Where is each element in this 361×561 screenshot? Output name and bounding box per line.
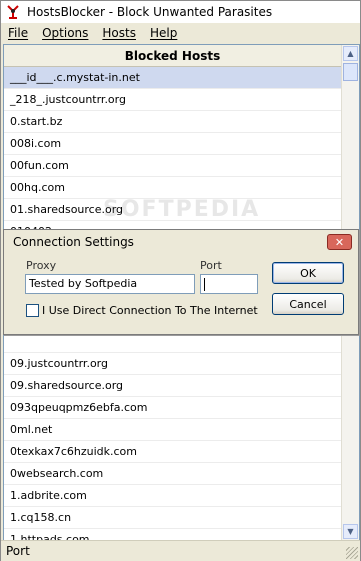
dialog-title-bar: Connection Settings ✕ xyxy=(4,230,358,254)
menu-options[interactable]: Options xyxy=(35,26,95,40)
close-icon[interactable]: ✕ xyxy=(327,234,352,250)
list-item[interactable]: 0texkax7c6hzuidk.com xyxy=(4,441,341,463)
scroll-up-icon[interactable]: ▲ xyxy=(343,46,358,61)
status-bar: Port xyxy=(1,540,360,561)
scroll-thumb[interactable] xyxy=(343,63,358,81)
main-window: HostsBlocker - Block Unwanted Parasites … xyxy=(0,0,361,561)
resize-grip-icon[interactable] xyxy=(346,547,358,559)
cancel-button[interactable]: Cancel xyxy=(272,293,344,315)
list-item[interactable]: 09.sharedsource.org xyxy=(4,375,341,397)
list-item[interactable]: 008i.com xyxy=(4,133,341,155)
list-item[interactable]: 09.justcountrr.org xyxy=(4,353,341,375)
status-text: Port xyxy=(6,544,30,558)
list-item[interactable]: 0.start.bz xyxy=(4,111,341,133)
connection-settings-dialog: Connection Settings ✕ Proxy Tested by So… xyxy=(3,229,359,335)
list-item[interactable]: 093qpeuqpmz6ebfa.com xyxy=(4,397,341,419)
direct-connection-checkbox[interactable] xyxy=(26,304,39,317)
list-item[interactable]: 00hq.com xyxy=(4,177,341,199)
menu-help[interactable]: Help xyxy=(143,26,184,40)
list-item[interactable]: 1.cq158.cn xyxy=(4,507,341,529)
list-item[interactable]: 0ml.net xyxy=(4,419,341,441)
app-icon xyxy=(5,4,21,20)
proxy-input[interactable]: Tested by Softpedia xyxy=(25,274,195,294)
scroll-down-icon[interactable]: ▼ xyxy=(343,524,358,539)
ok-button[interactable]: OK xyxy=(272,262,344,284)
list-item[interactable]: 0websearch.com xyxy=(4,463,341,485)
port-label: Port xyxy=(200,259,222,272)
window-title: HostsBlocker - Block Unwanted Parasites xyxy=(27,5,273,19)
title-bar: HostsBlocker - Block Unwanted Parasites xyxy=(1,1,360,23)
list-item[interactable]: 1.adbrite.com xyxy=(4,485,341,507)
port-input[interactable] xyxy=(200,274,258,294)
direct-connection-label[interactable]: I Use Direct Connection To The Internet xyxy=(42,304,258,317)
menu-bar: File Options Hosts Help xyxy=(1,23,360,43)
list-item[interactable]: 00fun.com xyxy=(4,155,341,177)
list-item[interactable]: ___id___.c.mystat-in.net xyxy=(4,67,341,89)
list-item[interactable]: 01.sharedsource.org xyxy=(4,199,341,221)
text-caret xyxy=(204,277,205,291)
dialog-title: Connection Settings xyxy=(13,235,134,249)
list-header[interactable]: Blocked Hosts xyxy=(4,45,341,67)
menu-hosts[interactable]: Hosts xyxy=(95,26,143,40)
proxy-label: Proxy xyxy=(26,259,57,272)
menu-file[interactable]: File xyxy=(1,26,35,40)
list-item[interactable]: _218_.justcountrr.org xyxy=(4,89,341,111)
